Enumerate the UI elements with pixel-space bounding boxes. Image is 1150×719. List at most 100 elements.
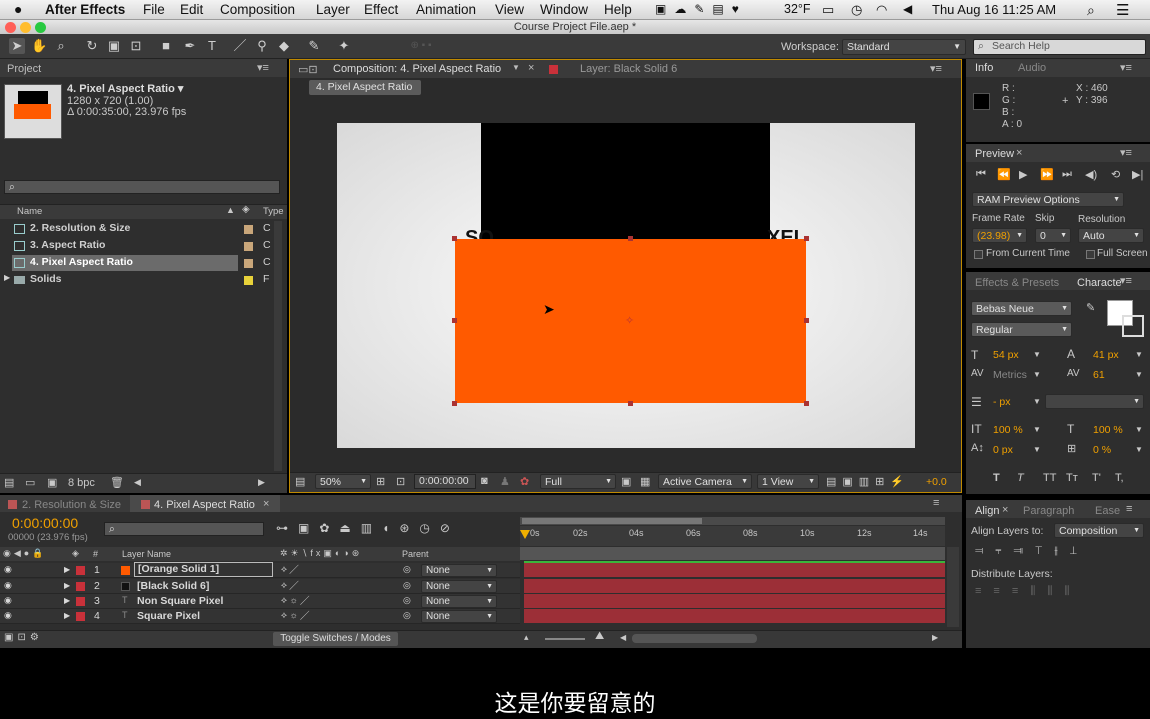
- tab-pixel-aspect-ratio[interactable]: 4. Pixel Aspect Ratio: [154, 499, 255, 511]
- label-color[interactable]: [76, 612, 85, 621]
- menu-edit[interactable]: Edit: [180, 2, 203, 17]
- transform-handle[interactable]: [628, 401, 633, 406]
- scroll-right-icon[interactable]: ▶: [932, 633, 938, 642]
- av-switches-icons[interactable]: ◉◀●🔒: [3, 548, 46, 559]
- rotate-tool-icon[interactable]: ↻: [84, 38, 100, 54]
- trash-icon[interactable]: 🗑: [110, 476, 124, 489]
- scroll-left-icon[interactable]: ◀: [134, 477, 141, 488]
- rectangle-tool-icon[interactable]: ■: [158, 38, 174, 54]
- panel-menu-icon[interactable]: ▾≡: [1120, 146, 1132, 159]
- panel-menu-icon[interactable]: ≡: [933, 497, 939, 509]
- workspace-select[interactable]: Standard ▼: [842, 39, 966, 55]
- parent-select[interactable]: None ▼: [421, 580, 497, 593]
- col-type[interactable]: Type: [263, 206, 284, 217]
- parent-pickwhip-icon[interactable]: ◎: [403, 564, 411, 575]
- type-tool-icon[interactable]: T: [204, 38, 220, 54]
- menu-help[interactable]: Help: [604, 2, 632, 17]
- col-parent[interactable]: Parent: [402, 549, 429, 559]
- panel-menu-icon[interactable]: ▾≡: [1120, 274, 1132, 287]
- col-layer-name[interactable]: Layer Name: [122, 549, 171, 559]
- close-tab-icon[interactable]: ×: [1002, 504, 1008, 516]
- visibility-icon[interactable]: ◉: [4, 610, 12, 621]
- dropdown-icon[interactable]: ▼: [1033, 370, 1041, 379]
- snapshot-icon[interactable]: ◙: [481, 475, 488, 487]
- timeline-hscrollbar[interactable]: [632, 634, 757, 643]
- timeline-footer-icons[interactable]: ▣⊡⚙: [4, 632, 43, 643]
- first-frame-icon[interactable]: ⏮: [976, 168, 986, 181]
- playhead-icon[interactable]: [520, 530, 530, 539]
- spotlight-icon[interactable]: ⌕: [1087, 2, 1095, 19]
- transform-handle[interactable]: [804, 236, 809, 241]
- menu-file[interactable]: File: [143, 2, 165, 17]
- dropdown-icon[interactable]: ▼: [1135, 445, 1143, 454]
- parent-pickwhip-icon[interactable]: ◎: [403, 595, 411, 606]
- dropdown-icon[interactable]: ▼: [1033, 445, 1041, 454]
- expand-arrow-icon[interactable]: ▶: [64, 611, 70, 620]
- visibility-icon[interactable]: ◉: [4, 564, 12, 575]
- selection-tool-icon[interactable]: ➤: [9, 38, 25, 54]
- zoom-in-icon[interactable]: ⛰: [595, 630, 604, 643]
- eyedropper-icon[interactable]: ✎: [1086, 301, 1095, 314]
- brush-tool-icon[interactable]: ／: [232, 38, 248, 54]
- menu-layer[interactable]: Layer: [316, 2, 350, 17]
- tab-project[interactable]: Project: [7, 63, 41, 75]
- menu-composition[interactable]: Composition: [220, 2, 295, 17]
- transform-handle[interactable]: [452, 318, 457, 323]
- project-item[interactable]: 2. Resolution & Size C: [0, 221, 273, 237]
- composition-canvas[interactable]: SQ XEL ✧ ➤: [337, 123, 915, 448]
- transparency-grid-icon[interactable]: ▦: [640, 475, 650, 488]
- lock-icon[interactable]: ▭⊡: [298, 63, 318, 76]
- label-color[interactable]: [244, 242, 253, 251]
- horizontal-scale-value[interactable]: 100 %: [1093, 424, 1123, 436]
- skip-select[interactable]: 0 ▼: [1035, 228, 1071, 243]
- transform-handle[interactable]: [452, 236, 457, 241]
- roto-brush-icon[interactable]: ✎: [306, 38, 322, 54]
- toggle-switches-button[interactable]: Toggle Switches / Modes: [273, 632, 398, 646]
- label-color[interactable]: [76, 566, 85, 575]
- layer-bar[interactable]: [524, 563, 945, 577]
- faux-italic-button[interactable]: T: [1017, 472, 1024, 484]
- menu-animation[interactable]: Animation: [416, 2, 476, 17]
- close-tab-icon[interactable]: ×: [528, 62, 534, 74]
- expand-arrow-icon[interactable]: ▶: [64, 565, 70, 574]
- tab-layer[interactable]: Layer: Black Solid 6: [580, 63, 677, 75]
- baseline-shift-value[interactable]: 0 px: [993, 444, 1013, 456]
- dropdown-icon[interactable]: ▼: [1033, 425, 1041, 434]
- stroke-color-swatch[interactable]: [1122, 315, 1144, 337]
- menu-view[interactable]: View: [495, 2, 524, 17]
- datetime[interactable]: Thu Aug 16 11:25 AM: [932, 2, 1056, 17]
- always-preview-icon[interactable]: ▤: [295, 475, 305, 488]
- wifi-icon[interactable]: ◠: [876, 2, 887, 18]
- zoom-icon[interactable]: [35, 22, 46, 33]
- pen-tool-icon[interactable]: ✒: [182, 38, 198, 54]
- app-menu[interactable]: After Effects: [45, 2, 125, 17]
- timeline-search-input[interactable]: ⌕: [104, 522, 264, 536]
- interpret-footage-icon[interactable]: ▤: [4, 476, 14, 489]
- transform-handle[interactable]: [628, 236, 633, 241]
- show-snapshot-icon[interactable]: ♟: [500, 475, 510, 488]
- panel-menu-icon[interactable]: ▾≡: [257, 61, 269, 74]
- distribute-buttons-icons[interactable]: ≡≡≡⫼⫼⫼: [975, 585, 1081, 598]
- next-frame-icon[interactable]: ⏩: [1040, 168, 1054, 181]
- vertical-scale-value[interactable]: 100 %: [993, 424, 1023, 436]
- region-icon[interactable]: ▣: [621, 475, 631, 488]
- zoom-out-icon[interactable]: ▴: [524, 632, 529, 643]
- apple-icon[interactable]: ●: [14, 1, 22, 17]
- dropdown-icon[interactable]: ▼: [1135, 425, 1143, 434]
- parent-pickwhip-icon[interactable]: ◎: [403, 610, 411, 621]
- parent-select[interactable]: None ▼: [421, 610, 497, 623]
- transform-handle[interactable]: [804, 318, 809, 323]
- layer-row[interactable]: ◉ ▶ 4 T Square Pixel ⟡ ☼ ╱ ◎ None ▼: [0, 609, 520, 624]
- work-area-range[interactable]: [522, 518, 702, 524]
- timeline-vscrollbar[interactable]: [947, 547, 959, 627]
- label-color[interactable]: [244, 259, 253, 268]
- volume-icon[interactable]: ◀: [903, 2, 912, 16]
- comp-breadcrumb[interactable]: 4. Pixel Aspect Ratio: [309, 80, 421, 95]
- minimize-icon[interactable]: [20, 22, 31, 33]
- align-buttons-icons[interactable]: ⫤⫧⫥⊤⫲⊥: [975, 545, 1089, 558]
- label-color[interactable]: [244, 225, 253, 234]
- pan-behind-tool-icon[interactable]: ⊡: [128, 38, 144, 54]
- expand-arrow-icon[interactable]: ▶: [64, 581, 70, 590]
- col-name[interactable]: Name: [17, 206, 42, 217]
- all-caps-button[interactable]: TT: [1043, 472, 1056, 484]
